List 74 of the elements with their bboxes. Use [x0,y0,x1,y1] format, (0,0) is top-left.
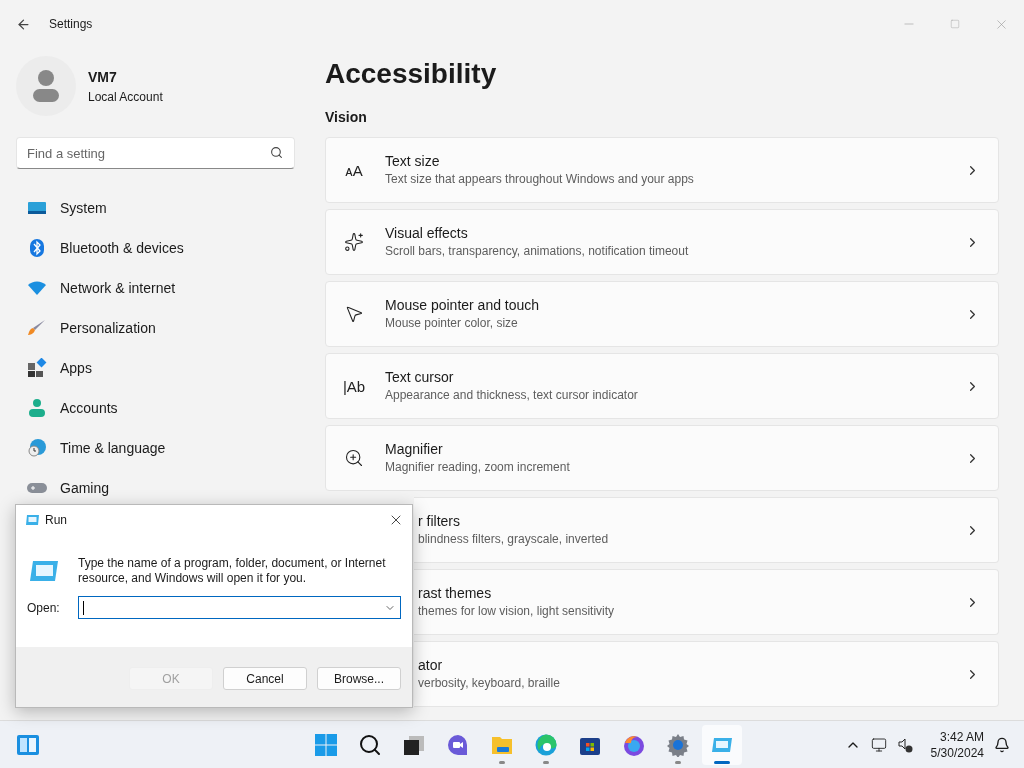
card-subtitle: Text size that appears throughout Windows and your apps [385,171,694,188]
nav-item[interactable]: Gaming [60,477,110,499]
start-icon[interactable] [314,732,338,757]
card-title: rast themes [418,584,493,602]
clock-time: 3:42 AM [939,728,984,745]
card-subtitle: Magnifier reading, zoom increment [385,459,570,476]
browser-icon[interactable] [534,732,558,757]
running-indicator [499,760,505,764]
nav-item[interactable]: Apps [60,357,92,379]
dialog-message: Type the name of a program, folder, document, or Internet resource, and Windows will open it for you. [78,556,387,586]
nav-item[interactable]: Bluetooth & devices [60,237,184,259]
section-heading: Vision [325,108,368,127]
running-indicator [543,760,549,764]
setting-card[interactable]: Visual effects Scroll bars, transparency, animations, notification timeout [325,209,999,275]
card-title: ator [418,656,444,674]
card-subtitle: Mouse pointer color, size [385,315,519,332]
dialog-button[interactable]: Cancel [223,667,307,690]
text-cursor-icon: |Ab [343,378,365,394]
network-icon[interactable] [870,736,887,753]
setting-card[interactable]: ᴀA Text size Text size that appears throughout Windows and your apps [325,137,999,203]
chat-icon[interactable] [446,732,470,757]
nav-item[interactable]: Accounts [60,397,118,419]
speaker-muted-icon[interactable] [896,736,913,753]
search-field[interactable]: Find a setting [16,137,295,169]
nav-item[interactable]: Network & internet [60,277,176,299]
card-title: Text cursor [385,368,455,386]
person-icon [26,398,48,418]
globe-clock-icon [26,438,48,458]
card-title: r filters [418,512,461,530]
widgets-icon[interactable] [16,732,40,757]
gamepad-icon [26,481,48,495]
notification-bell-icon[interactable] [994,736,1010,753]
sparkle-icon [343,232,365,252]
search-icon[interactable] [358,732,382,757]
setting-card[interactable]: Magnifier Magnifier reading, zoom increment [325,425,999,491]
open-label: Open: [27,599,60,617]
run-icon [25,514,39,526]
setting-card[interactable]: r filters blindness filters, grayscale, inverted [414,497,999,563]
setting-card[interactable]: |Ab Text cursor Appearance and thickness, text cursor indicator [325,353,999,419]
apps-icon [26,358,48,378]
card-title: Mouse pointer and touch [385,296,540,314]
card-subtitle: Appearance and thickness, text cursor indicator [385,387,638,404]
running-indicator [675,760,681,764]
account-name: VM7 [88,67,118,87]
setting-card[interactable]: ator verbosity, keyboard, braille [414,641,999,707]
magnifier-icon [343,448,365,468]
dialog-title: Run [45,512,67,529]
card-subtitle: verbosity, keyboard, braille [418,675,560,692]
card-title: Visual effects [385,224,469,242]
settings-icon[interactable] [666,732,690,757]
card-subtitle: blindness filters, grayscale, inverted [418,531,609,548]
window-title: Settings [49,16,93,33]
nav-item[interactable]: Time & language [60,437,166,459]
card-subtitle: themes for low vision, light sensitivity [418,603,615,620]
running-indicator [714,760,730,764]
nav-item[interactable]: System [60,197,107,219]
open-field[interactable] [77,596,401,619]
search-icon [270,146,283,159]
account-type: Local Account [88,88,163,106]
dialog-button[interactable]: Browse... [317,667,401,690]
clock-date: 5/30/2024 [930,744,984,761]
back-icon[interactable] [16,16,31,32]
setting-card[interactable]: Mouse pointer and touch Mouse pointer color, size [325,281,999,347]
monitor-icon [26,200,48,216]
page-title: Accessibility [325,57,498,91]
wifi-icon [26,280,48,296]
card-subtitle: Scroll bars, transparency, animations, notification timeout [385,243,689,260]
card-title: Magnifier [385,440,444,458]
nav-item[interactable]: Personalization [60,317,156,339]
brush-icon [26,318,48,338]
text-size-icon: ᴀA [343,162,365,178]
run-icon [29,560,59,582]
card-title: Text size [385,152,441,170]
setting-card[interactable]: rast themes themes for low vision, light sensitivity [414,569,999,635]
